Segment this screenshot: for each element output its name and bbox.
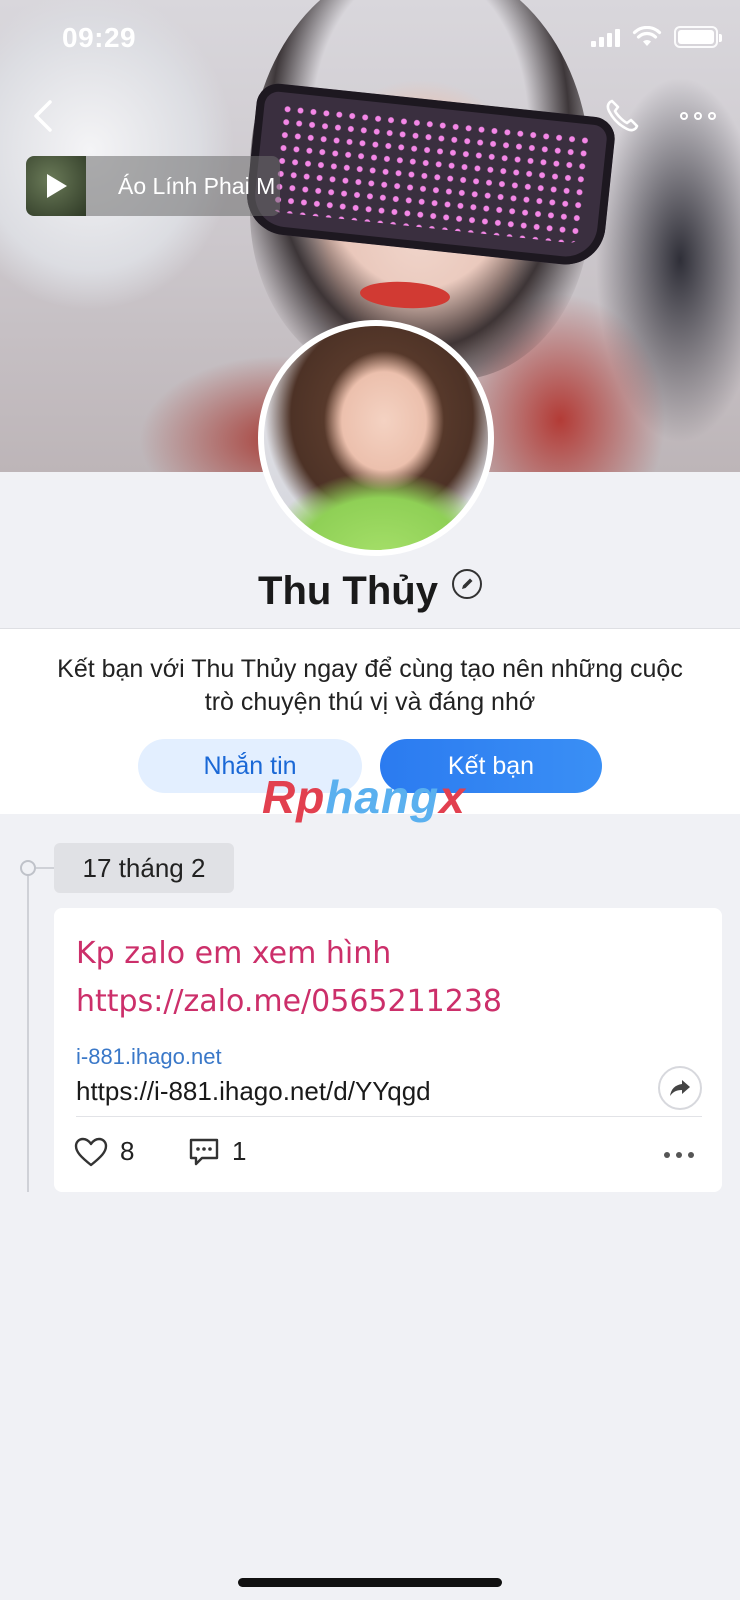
music-thumbnail <box>26 156 86 216</box>
home-indicator[interactable] <box>238 1578 502 1587</box>
comment-count: 1 <box>232 1136 247 1166</box>
play-icon[interactable] <box>47 174 67 198</box>
chevron-left-icon[interactable] <box>28 96 58 136</box>
battery-icon <box>674 26 722 48</box>
timeline-date: 17 tháng 2 <box>54 843 234 893</box>
post-more-icon[interactable] <box>664 1152 694 1158</box>
add-friend-message: Kết bạn với Thu Thủy ngay để cùng tạo nê… <box>57 655 683 716</box>
link-domain[interactable]: i-881.ihago.net <box>76 1044 222 1070</box>
post-divider <box>76 1116 702 1117</box>
music-title: Áo Lính Phai M <box>118 172 276 199</box>
like-count: 8 <box>120 1136 135 1166</box>
like-button[interactable]: 8 <box>74 1136 134 1167</box>
timeline-post[interactable]: Kp zalo em xem hình https://zalo.me/0565… <box>54 908 722 1192</box>
comment-button[interactable]: 1 <box>188 1136 246 1167</box>
more-horizontal-icon[interactable] <box>680 104 724 128</box>
status-icons <box>591 26 722 48</box>
status-time: 09:29 <box>62 22 137 53</box>
pencil-icon[interactable] <box>451 569 482 599</box>
profile-name: Thu Thủy <box>258 568 438 613</box>
add-friend-button[interactable]: Kết bạn <box>380 739 602 793</box>
timeline-line <box>27 868 29 1192</box>
avatar[interactable] <box>258 320 494 556</box>
post-text: Kp zalo em xem hình https://zalo.me/0565… <box>76 936 503 1019</box>
timeline-dot <box>20 860 36 876</box>
profile-name-row: Thu Thủy <box>0 556 740 626</box>
cellular-signal-icon <box>591 27 620 47</box>
heart-icon <box>74 1137 108 1166</box>
link-url[interactable]: https://i-881.ihago.net/d/YYqgd <box>76 1076 431 1107</box>
share-icon[interactable] <box>658 1066 702 1110</box>
add-friend-card: Kết bạn với Thu Thủy ngay để cùng tạo nê… <box>0 628 740 814</box>
timeline-connector <box>36 867 54 869</box>
phone-icon[interactable] <box>602 96 642 136</box>
wifi-icon <box>632 26 662 46</box>
message-button[interactable]: Nhắn tin <box>138 739 362 793</box>
comment-icon <box>189 1138 219 1165</box>
profile-music-player[interactable]: Áo Lính Phai M <box>26 156 280 216</box>
